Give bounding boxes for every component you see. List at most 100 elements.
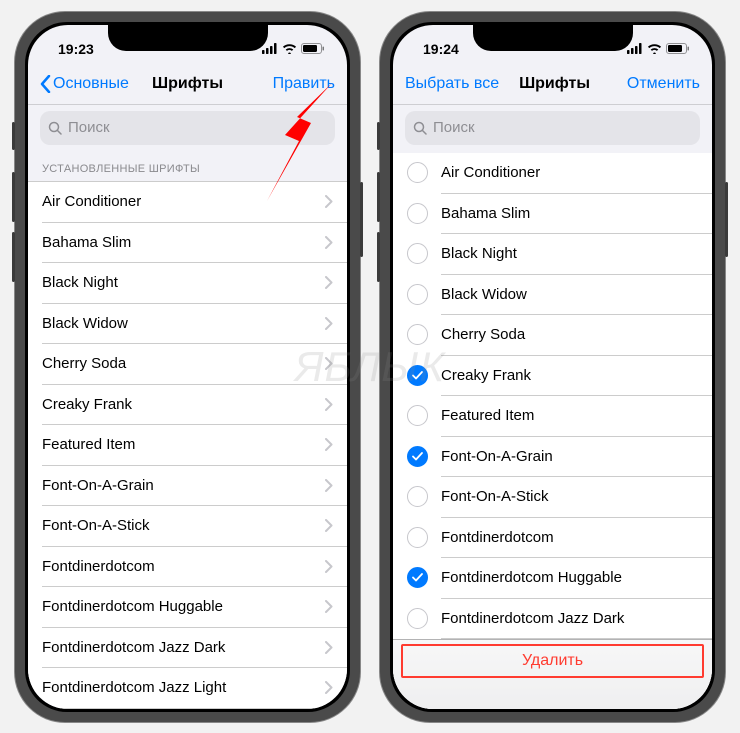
font-select-row[interactable]: Air Conditioner: [393, 153, 712, 194]
font-row[interactable]: Black Widow: [28, 303, 347, 344]
font-label: Cherry Soda: [42, 355, 126, 372]
font-select-row[interactable]: Fontdinerdotcom Huggable: [393, 558, 712, 599]
font-select-row[interactable]: Fontdinerdotcom Jazz Dark: [393, 598, 712, 639]
checkbox-checked-icon[interactable]: [407, 365, 428, 386]
font-label: Font-On-A-Grain: [42, 477, 154, 494]
font-label: Fontdinerdotcom: [441, 529, 554, 546]
nav-edit-button[interactable]: Править: [245, 75, 335, 93]
chevron-right-icon: [325, 236, 333, 249]
font-select-row[interactable]: Black Widow: [393, 274, 712, 315]
font-label: Black Widow: [441, 286, 527, 303]
font-row[interactable]: Fontdinerdotcom Huggable: [28, 587, 347, 628]
chevron-right-icon: [325, 317, 333, 330]
font-label: Font-On-A-Stick: [42, 517, 150, 534]
font-row[interactable]: Font-On-A-Stick: [28, 506, 347, 547]
nav-action-label: Править: [273, 75, 335, 93]
font-row[interactable]: Cherry Soda: [28, 344, 347, 385]
checkbox-unchecked-icon[interactable]: [407, 527, 428, 548]
font-label: Air Conditioner: [441, 164, 540, 181]
chevron-right-icon: [325, 519, 333, 532]
nav-bar: Выбрать все Шрифты Отменить: [393, 65, 712, 105]
font-select-row[interactable]: Featured Item: [393, 396, 712, 437]
font-label: Fontdinerdotcom: [42, 558, 155, 575]
checkbox-checked-icon[interactable]: [407, 446, 428, 467]
nav-title: Шрифты: [152, 75, 223, 93]
font-label: Creaky Frank: [42, 396, 132, 413]
font-select-list[interactable]: Air Conditioner Bahama Slim Black Night Bla…: [393, 153, 712, 709]
font-select-row[interactable]: Cherry Soda: [393, 315, 712, 356]
font-select-row[interactable]: Font-On-A-Grain: [393, 436, 712, 477]
font-row[interactable]: Featured Item: [28, 425, 347, 466]
nav-back[interactable]: Основные: [40, 75, 130, 93]
font-row[interactable]: Fontdinerdotcom: [28, 546, 347, 587]
status-time: 19:24: [423, 41, 459, 57]
font-label: Black Night: [42, 274, 118, 291]
search-input[interactable]: Поиск: [405, 111, 700, 145]
chevron-right-icon: [325, 438, 333, 451]
nav-action-label: Отменить: [627, 75, 700, 93]
search-icon: [48, 121, 62, 135]
search-icon: [413, 121, 427, 135]
toolbar: Удалить: [393, 639, 712, 709]
cellular-icon: [262, 43, 278, 54]
nav-back-label: Основные: [53, 75, 129, 93]
checkbox-checked-icon[interactable]: [407, 567, 428, 588]
battery-icon: [301, 43, 325, 54]
checkbox-unchecked-icon[interactable]: [407, 284, 428, 305]
search-placeholder: Поиск: [68, 119, 110, 136]
font-label: Fontdinerdotcom Huggable: [441, 569, 622, 586]
checkbox-unchecked-icon[interactable]: [407, 243, 428, 264]
font-row[interactable]: Fontdinerdotcom Jazz Light: [28, 668, 347, 709]
font-label: Featured Item: [441, 407, 534, 424]
chevron-right-icon: [325, 681, 333, 694]
nav-cancel-button[interactable]: Отменить: [610, 75, 700, 93]
font-label: Fontdinerdotcom Jazz Dark: [441, 610, 624, 627]
font-select-row[interactable]: Font-On-A-Stick: [393, 477, 712, 518]
delete-button[interactable]: Удалить: [522, 652, 583, 670]
section-header: УСТАНОВЛЕННЫЕ ШРИФТЫ: [28, 153, 347, 181]
status-time: 19:23: [58, 41, 94, 57]
font-row[interactable]: Creaky Frank: [28, 384, 347, 425]
font-row[interactable]: Fontdinerdotcom Loungy: [28, 708, 347, 709]
chevron-right-icon: [325, 276, 333, 289]
checkbox-unchecked-icon[interactable]: [407, 324, 428, 345]
battery-icon: [666, 43, 690, 54]
checkbox-unchecked-icon[interactable]: [407, 405, 428, 426]
font-label: Cherry Soda: [441, 326, 525, 343]
font-label: Featured Item: [42, 436, 135, 453]
font-row[interactable]: Font-On-A-Grain: [28, 465, 347, 506]
font-row[interactable]: Black Night: [28, 263, 347, 304]
font-label: Black Widow: [42, 315, 128, 332]
font-label: Font-On-A-Stick: [441, 488, 549, 505]
checkbox-unchecked-icon[interactable]: [407, 203, 428, 224]
search-input[interactable]: Поиск: [40, 111, 335, 145]
chevron-right-icon: [325, 600, 333, 613]
chevron-right-icon: [325, 398, 333, 411]
wifi-icon: [282, 43, 297, 54]
chevron-right-icon: [325, 357, 333, 370]
font-row[interactable]: Fontdinerdotcom Jazz Dark: [28, 627, 347, 668]
checkbox-unchecked-icon[interactable]: [407, 162, 428, 183]
nav-left-label: Выбрать все: [405, 75, 499, 93]
font-row[interactable]: Bahama Slim: [28, 222, 347, 263]
checkbox-unchecked-icon[interactable]: [407, 486, 428, 507]
chevron-right-icon: [325, 195, 333, 208]
chevron-right-icon: [325, 560, 333, 573]
checkbox-unchecked-icon[interactable]: [407, 608, 428, 629]
search-placeholder: Поиск: [433, 119, 475, 136]
font-select-row[interactable]: Fontdinerdotcom: [393, 517, 712, 558]
chevron-right-icon: [325, 479, 333, 492]
font-select-row[interactable]: Black Night: [393, 234, 712, 275]
status-indicators: [262, 43, 325, 54]
font-select-row[interactable]: Bahama Slim: [393, 193, 712, 234]
font-label: Bahama Slim: [42, 234, 131, 251]
font-list[interactable]: Air Conditioner Bahama Slim Black Night Bla…: [28, 181, 347, 709]
cellular-icon: [627, 43, 643, 54]
font-select-row[interactable]: Creaky Frank: [393, 355, 712, 396]
nav-select-all-button[interactable]: Выбрать все: [405, 75, 499, 93]
font-row[interactable]: Air Conditioner: [28, 182, 347, 223]
font-label: Fontdinerdotcom Jazz Dark: [42, 639, 225, 656]
font-label: Air Conditioner: [42, 193, 141, 210]
font-label: Black Night: [441, 245, 517, 262]
nav-bar: Основные Шрифты Править: [28, 65, 347, 105]
